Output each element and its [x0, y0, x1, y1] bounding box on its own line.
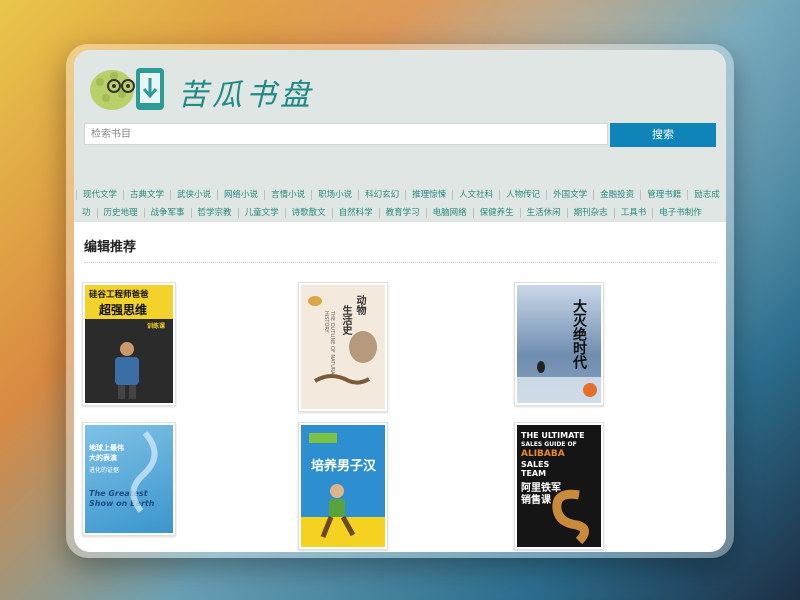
- category-link[interactable]: 儿童文学: [237, 208, 285, 218]
- category-link[interactable]: 生活休闲: [519, 208, 567, 218]
- badge-icon: [583, 383, 597, 397]
- category-link[interactable]: 电脑网络: [425, 208, 473, 218]
- category-row: 现代文学 古典文学 武侠小说 网络小说 言情小说 职场小说 科幻玄幻 推理惊悚 人文社科 人物传记…: [76, 186, 724, 204]
- category-link[interactable]: 网络小说: [217, 190, 264, 200]
- category-link[interactable]: 人文社科: [452, 190, 499, 200]
- category-link[interactable]: 励志成: [687, 190, 726, 200]
- bitter-melon-mascot-icon: [90, 68, 164, 110]
- search-button[interactable]: 搜索: [610, 123, 716, 147]
- category-link[interactable]: 外国文学: [546, 190, 593, 200]
- book-cover-image: 地球上最伟大的表演 进化的证据 The Greatest Show on Ear…: [85, 425, 173, 533]
- book-illustration-icon: [115, 342, 139, 399]
- book-cover-5[interactable]: 培养男子汉: [298, 422, 388, 550]
- book-cover-text: 超强思维: [99, 303, 148, 317]
- browser-page: 苦瓜书盘 检索书目 搜索 现代文学 古典文学 武侠小说 网络小说 言情小说 职场小说 科幻玄…: [74, 50, 726, 552]
- category-link[interactable]: 保健养生: [472, 208, 520, 218]
- category-link[interactable]: 科幻玄幻: [358, 190, 405, 200]
- category-link[interactable]: 职场小说: [311, 190, 358, 200]
- category-link[interactable]: 推理惊悚: [405, 190, 452, 200]
- section-divider: [84, 262, 716, 263]
- book-cover-1[interactable]: 硅谷工程师爸爸 超强思维 训练课: [82, 282, 176, 406]
- category-link[interactable]: 教育学习: [378, 208, 426, 218]
- s-logo-icon: [552, 489, 589, 545]
- book-cover-image: 大灭绝时代: [517, 285, 601, 403]
- book-cover-image: THE ULTIMATE SALES GUIDE OF ALIBABA SALE…: [517, 425, 601, 547]
- category-link[interactable]: 金融投资: [593, 190, 640, 200]
- site-logo[interactable]: 苦瓜书盘: [84, 58, 316, 118]
- category-link[interactable]: 工具书: [613, 208, 653, 218]
- category-link[interactable]: 诗歌散文: [284, 208, 332, 218]
- book-cover-image: 动物 生活史 THE OUTLINE OF NATURAL HISTORY: [301, 285, 385, 409]
- section-title: 编辑推荐: [84, 240, 137, 255]
- category-link[interactable]: 期刊杂志: [566, 208, 614, 218]
- category-link[interactable]: 言情小说: [264, 190, 311, 200]
- animal-illustration-icon: [308, 296, 377, 385]
- site-header: 苦瓜书盘 检索书目 搜索 现代文学 古典文学 武侠小说 网络小说 言情小说 职场小说 科幻玄…: [74, 50, 726, 222]
- category-link[interactable]: 古典文学: [123, 190, 170, 200]
- category-nav: 现代文学 古典文学 武侠小说 网络小说 言情小说 职场小说 科幻玄幻 推理惊悚 人文社科 人物传记…: [76, 186, 724, 222]
- book-cover-4[interactable]: 地球上最伟大的表演 进化的证据 The Greatest Show on Ear…: [82, 422, 176, 536]
- category-link[interactable]: 武侠小说: [170, 190, 217, 200]
- category-link[interactable]: 战争军事: [143, 208, 191, 218]
- category-link[interactable]: 功: [76, 208, 97, 218]
- category-link[interactable]: 现代文学: [76, 190, 123, 200]
- spiral-illustration-icon: [130, 430, 158, 513]
- site-logo-text: 苦瓜书盘: [178, 78, 314, 113]
- book-cover-image: 培养男子汉: [301, 425, 385, 547]
- category-link[interactable]: 人物传记: [499, 190, 546, 200]
- category-link[interactable]: 历史地理: [96, 208, 144, 218]
- category-link[interactable]: 自然科学: [331, 208, 379, 218]
- book-cover-image: 硅谷工程师爸爸 超强思维 训练课: [85, 285, 173, 403]
- book-cover-text: 硅谷工程师爸爸: [89, 290, 149, 300]
- book-cover-2[interactable]: 动物 生活史 THE OUTLINE OF NATURAL HISTORY: [298, 282, 388, 412]
- boy-illustration-icon: [320, 484, 356, 538]
- category-link[interactable]: 电子书制作: [652, 208, 708, 218]
- book-cover-3[interactable]: 大灭绝时代: [514, 282, 604, 406]
- category-row: 功历史地理 战争军事 哲学宗教 儿童文学 诗歌散文 自然科学 教育学习 电脑网络 保健养生 生活休…: [76, 204, 724, 222]
- search-input[interactable]: 检索书目: [84, 123, 608, 145]
- book-cover-6[interactable]: THE ULTIMATE SALES GUIDE OF ALIBABA SALE…: [514, 422, 604, 550]
- category-link[interactable]: 管理书籍: [640, 190, 687, 200]
- category-link[interactable]: 哲学宗教: [190, 208, 238, 218]
